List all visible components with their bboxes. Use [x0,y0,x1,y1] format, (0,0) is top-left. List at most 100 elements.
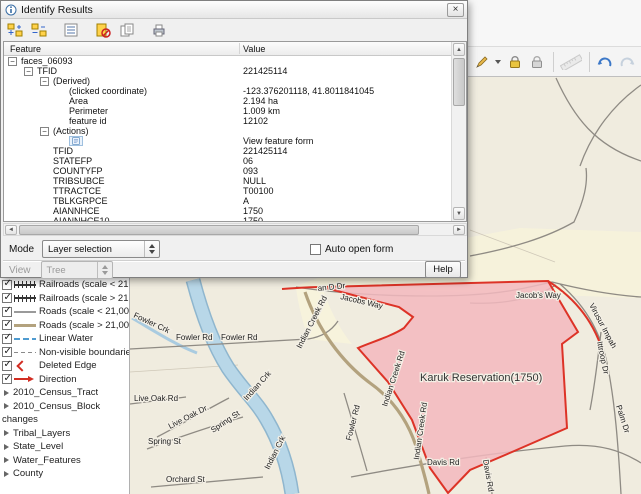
dropdown-caret-icon[interactable] [494,50,503,74]
road-symbol-icon [14,321,36,330]
reservation-label: Karuk Reservation(1750) [420,372,542,384]
layer-label: Railroads (scale < 21, [39,279,129,290]
layer-item[interactable]: Direction [0,373,129,387]
scroll-right-icon[interactable]: ► [453,225,465,235]
layer-checkbox[interactable] [2,307,12,317]
road-label: Orchard St [166,475,205,484]
edit-pencil-icon[interactable] [472,50,492,74]
layer-item[interactable]: Roads (scale > 21,000) [0,319,129,333]
table-row[interactable]: −(Actions) [4,126,451,136]
table-row[interactable]: −(Derived) [4,76,451,86]
expand-arrow-icon[interactable] [4,390,9,396]
expand-arrow-icon[interactable] [4,457,9,463]
identify-results-dialog: Identify Results × [0,0,468,278]
layer-checkbox[interactable] [2,293,12,303]
scroll-left-icon[interactable]: ◄ [5,225,17,235]
table-row[interactable]: feature id12102 [4,116,451,126]
table-row[interactable]: −faces_06093 [4,56,451,66]
layer-group[interactable]: 2010_Census_Block [0,400,129,414]
feature-label: TTRACTCE [53,186,101,196]
column-feature[interactable]: Feature [10,44,41,54]
layers-panel: Railroads (scale < 21, Railroads (scale … [0,278,130,494]
feature-label: STATEFP [53,156,92,166]
layer-checkbox[interactable] [2,374,12,384]
table-row[interactable]: TFID221425114 [4,146,451,156]
table-row[interactable]: TBLKGRPCE A [4,196,451,206]
layer-label: Linear Water [39,333,93,344]
view-feature-form-icon[interactable] [69,136,83,146]
table-row[interactable]: TRIBSUBCENULL [4,176,451,186]
auto-open-checkbox[interactable] [310,244,321,255]
layer-item[interactable]: Railroads (scale > 21, [0,292,129,306]
collapse-expander-icon[interactable]: − [40,77,49,86]
scrollbar-thumb[interactable] [453,58,465,106]
road-label: Fowler Rd [221,333,257,342]
table-header[interactable]: Feature Value [4,42,451,56]
table-row[interactable]: −TFID221425114 [4,66,451,76]
print-icon[interactable] [148,20,169,40]
scroll-down-icon[interactable]: ▼ [453,207,465,220]
table-row[interactable]: Perimeter1.009 km [4,106,451,116]
lock-icon[interactable] [505,50,525,74]
layer-checkbox[interactable] [2,347,12,357]
layer-checkbox[interactable] [2,320,12,330]
menu-area [468,0,641,47]
layer-group[interactable]: 2010_Census_Tract [0,386,129,400]
layer-group[interactable]: Tribal_Layers [0,427,129,441]
layer-item[interactable]: Railroads (scale < 21, [0,278,129,292]
table-row[interactable]: COUNTYFP093 [4,166,451,176]
table-row[interactable]: STATEFP06 [4,156,451,166]
mode-select[interactable]: Layer selection [42,240,160,258]
layer-item[interactable]: Roads (scale < 21,000) [0,305,129,319]
view-select[interactable]: Tree [41,261,113,279]
layer-group[interactable]: County [0,467,129,481]
measure-icon[interactable] [558,50,583,74]
table-row[interactable]: AIANNHCE1750 [4,206,451,216]
layer-checkbox[interactable] [2,334,12,344]
layer-item[interactable]: changes [0,413,129,427]
table-row[interactable]: Area2.194 ha [4,96,451,106]
column-divider[interactable] [239,43,240,54]
expand-arrow-icon[interactable] [4,444,9,450]
scrollbar-thumb[interactable] [19,225,419,235]
table-row[interactable]: View feature form [4,136,451,146]
feature-label: TBLKGRPCE [53,196,108,206]
undo-icon[interactable] [594,50,614,74]
clear-results-icon[interactable] [92,20,113,40]
scroll-up-icon[interactable]: ▲ [453,43,465,56]
expand-arrow-icon[interactable] [4,403,9,409]
expand-arrow-icon[interactable] [4,471,9,477]
layer-item[interactable]: Non-visible boundaries [0,346,129,360]
layer-checkbox[interactable] [2,280,12,290]
feature-value: A [243,196,249,206]
collapse-tree-icon[interactable] [28,20,49,40]
feature-label: (Actions) [53,126,89,136]
feature-label: Area [69,96,88,106]
expand-new-results-icon[interactable] [60,20,81,40]
horizontal-scrollbar[interactable]: ◄ ► [3,223,467,236]
vertical-scrollbar[interactable]: ▲ ▼ [451,42,466,221]
expand-tree-icon[interactable] [4,20,25,40]
table-row[interactable]: (clicked coordinate)-123.376201118, 41.8… [4,86,451,96]
layer-item[interactable]: Linear Water [0,332,129,346]
dialog-titlebar[interactable]: Identify Results × [1,1,467,19]
layer-group[interactable]: State_Level [0,440,129,454]
close-icon[interactable]: × [447,3,464,17]
redo-icon[interactable] [617,50,637,74]
expand-arrow-icon[interactable] [4,430,9,436]
collapse-expander-icon[interactable]: − [24,67,33,76]
auto-open-form-option[interactable]: Auto open form [310,244,393,255]
layer-group[interactable]: Water_Features [0,454,129,468]
feature-table-body: −faces_06093 −TFID221425114 −(Derived) (… [4,56,451,221]
help-button[interactable]: Help [425,261,461,278]
layer-item[interactable]: Deleted Edge [0,359,129,373]
collapse-expander-icon[interactable]: − [40,127,49,136]
layer-checkbox[interactable] [2,361,12,371]
copy-feature-icon[interactable] [116,20,137,40]
collapse-expander-icon[interactable]: − [8,57,17,66]
table-row[interactable]: TTRACTCET00100 [4,186,451,196]
feature-value[interactable]: View feature form [243,136,313,146]
column-value[interactable]: Value [243,44,265,54]
unlock-icon[interactable] [527,50,547,74]
table-row[interactable]: AIANNHCE101750 [4,216,451,221]
